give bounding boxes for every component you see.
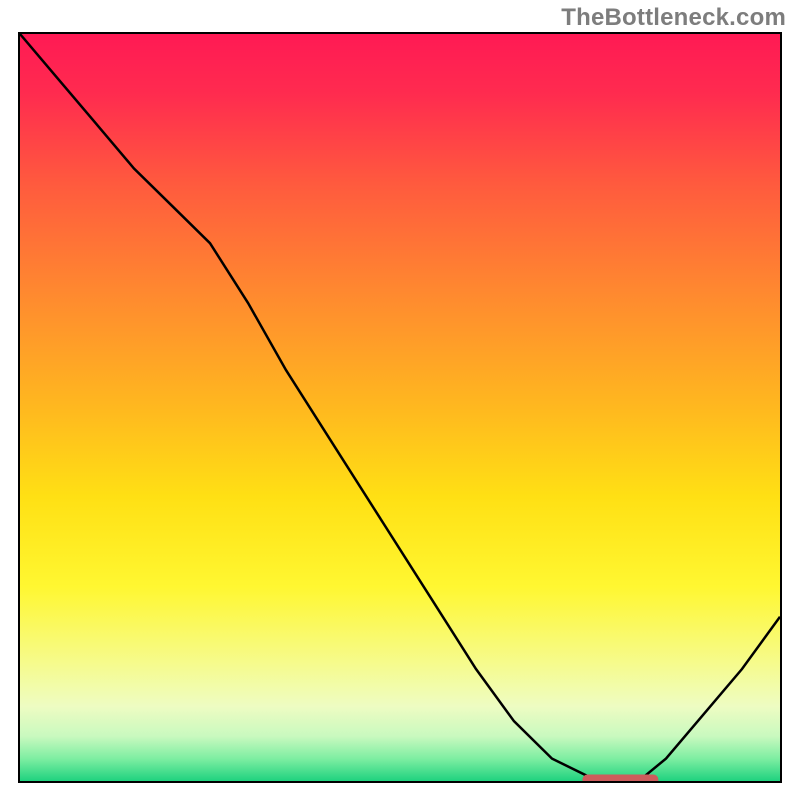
bottleneck-curve-line (20, 34, 780, 781)
chart-frame (18, 32, 782, 783)
chart-curve-layer (20, 34, 780, 781)
watermark-text: TheBottleneck.com (561, 4, 786, 32)
optimal-range-marker (582, 775, 658, 782)
